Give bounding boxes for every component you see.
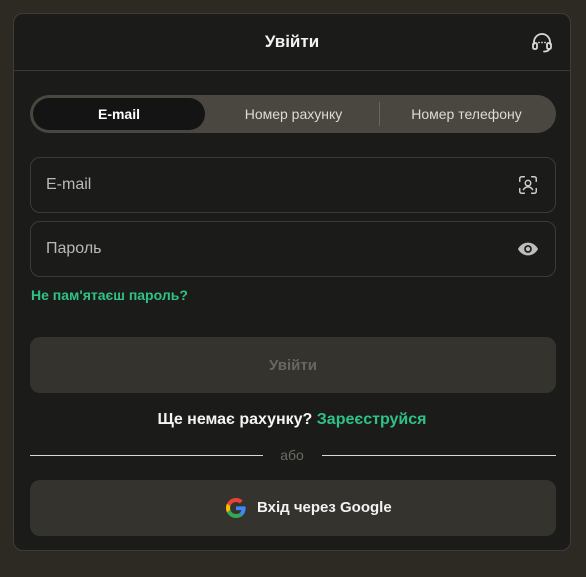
divider-line-right <box>322 455 556 456</box>
google-login-button[interactable]: Вхід через Google <box>30 480 556 536</box>
tab-account-number[interactable]: Номер рахунку <box>208 95 379 133</box>
login-submit-button[interactable]: Увійти <box>30 337 556 393</box>
face-id-icon[interactable] <box>517 174 539 196</box>
password-field-container <box>30 221 556 277</box>
email-input[interactable] <box>46 158 486 212</box>
eye-icon[interactable] <box>517 238 539 260</box>
login-method-tabs: E-mail Номер рахунку Номер телефону <box>30 95 556 133</box>
dialog-title: Увійти <box>264 32 320 51</box>
forgot-password-link[interactable]: Не пам'ятаєш пароль? <box>31 287 188 303</box>
google-login-label: Вхід через Google <box>257 499 392 516</box>
google-icon <box>226 498 246 518</box>
signup-link[interactable]: Зареєструйся <box>317 411 427 428</box>
tab-email[interactable]: E-mail <box>33 98 205 130</box>
login-dialog: Увійти E-mail Номер рахунку Номер телефо… <box>13 13 571 551</box>
signup-prompt-text: Ще немає рахунку? <box>157 411 313 428</box>
password-input[interactable] <box>46 222 486 276</box>
email-field-container <box>30 157 556 213</box>
signup-prompt: Ще немає рахунку? Зареєструйся <box>14 411 570 429</box>
headset-icon[interactable] <box>530 30 554 54</box>
tab-phone-number[interactable]: Номер телефону <box>380 95 553 133</box>
dialog-header: Увійти <box>14 14 570 71</box>
